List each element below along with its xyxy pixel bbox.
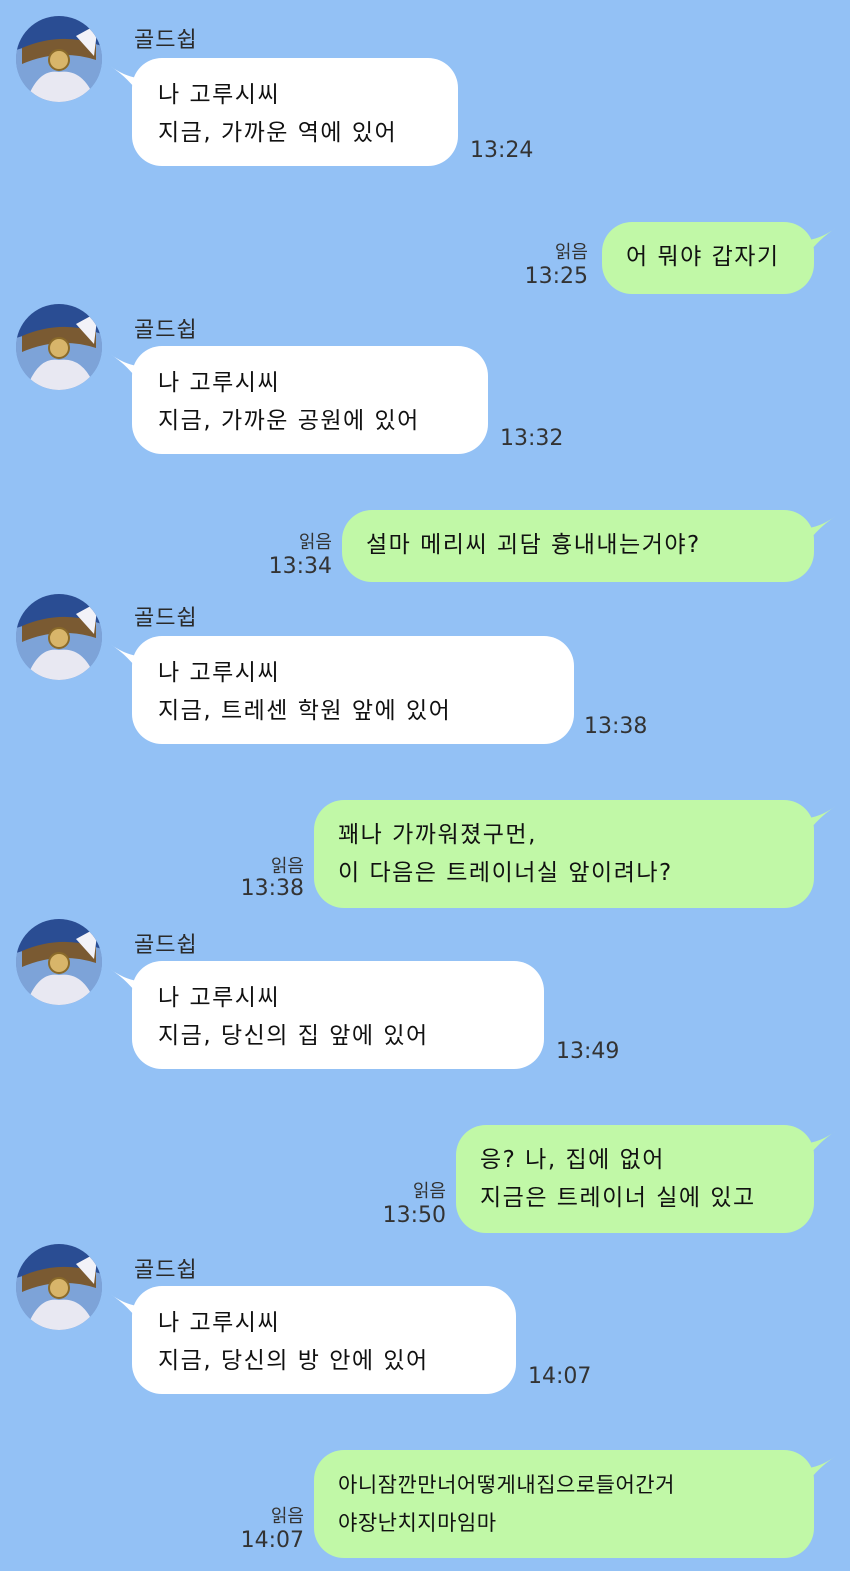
message-bubble[interactable]: 설마 메리씨 괴담 흉내내는거야? (342, 510, 814, 582)
message-text: 지금은 트레이너 실에 있고 (480, 1185, 756, 1211)
timestamp: 13:38 (584, 714, 648, 739)
message-text: 아니잠깐만너어떻게내집으로들어간거 (338, 1473, 675, 1497)
message-text: 꽤나 가까워졌구먼, (338, 822, 537, 848)
avatar-image-icon (16, 16, 102, 102)
message-incoming: 골드쉽 나 고루시씨 지금, 가까운 공원에 있어 13:32 (0, 290, 850, 490)
sender-name: 골드쉽 (134, 28, 198, 53)
message-text: 지금, 당신의 집 앞에 있어 (158, 1023, 429, 1049)
message-text: 나 고루시씨 (158, 985, 281, 1011)
message-outgoing: 읽음 13:25 어 뭐야 갑자기 (0, 210, 850, 300)
message-text: 나 고루시씨 (158, 82, 281, 108)
message-text: 설마 메리씨 괴담 흉내내는거야? (366, 532, 701, 558)
message-incoming: 골드쉽 나 고루시씨 지금, 당신의 집 앞에 있어 13:49 (0, 905, 850, 1105)
message-outgoing: 읽음 13:38 꽤나 가까워졌구먼, 이 다음은 트레이너실 앞이려나? (0, 790, 850, 920)
message-text: 이 다음은 트레이너실 앞이려나? (338, 860, 673, 886)
message-outgoing: 읽음 13:50 응? 나, 집에 없어 지금은 트레이너 실에 있고 (0, 1115, 850, 1245)
message-text: 지금, 가까운 역에 있어 (158, 120, 398, 146)
message-text: 나 고루시씨 (158, 660, 281, 686)
timestamp: 13:25 (524, 264, 588, 289)
read-receipt: 읽음 (298, 532, 332, 553)
message-bubble[interactable]: 꽤나 가까워졌구먼, 이 다음은 트레이너실 앞이려나? (314, 800, 814, 908)
message-text: 나 고루시씨 (158, 370, 281, 396)
message-outgoing: 읽음 14:07 아니잠깐만너어떻게내집으로들어간거 야장난치지마임마 (0, 1440, 850, 1571)
message-incoming: 골드쉽 나 고루시씨 지금, 트레센 학원 앞에 있어 13:38 (0, 580, 850, 780)
bubble-tail (800, 228, 836, 266)
message-text: 응? 나, 집에 없어 (480, 1147, 665, 1173)
timestamp: 14:07 (528, 1364, 592, 1389)
message-text: 지금, 가까운 공원에 있어 (158, 408, 420, 434)
read-receipt: 읽음 (270, 1506, 304, 1527)
sender-name: 골드쉽 (134, 1258, 198, 1283)
timestamp: 13:34 (268, 554, 332, 579)
timestamp: 13:24 (470, 138, 534, 163)
avatar[interactable] (16, 16, 102, 102)
timestamp: 13:49 (556, 1039, 620, 1064)
avatar-image-icon (16, 594, 102, 680)
message-bubble[interactable]: 응? 나, 집에 없어 지금은 트레이너 실에 있고 (456, 1125, 814, 1233)
read-receipt: 읽음 (412, 1181, 446, 1202)
sender-name: 골드쉽 (134, 933, 198, 958)
message-text: 나 고루시씨 (158, 1310, 281, 1336)
message-incoming: 골드쉽 나 고루시씨 지금, 가까운 역에 있어 13:24 (0, 0, 850, 200)
sender-name: 골드쉽 (134, 606, 198, 631)
message-text: 지금, 트레센 학원 앞에 있어 (158, 698, 452, 724)
avatar[interactable] (16, 304, 102, 390)
bubble-tail (800, 806, 836, 844)
read-receipt: 읽음 (554, 242, 588, 263)
message-text: 어 뭐야 갑자기 (626, 244, 780, 270)
timestamp: 13:32 (500, 426, 564, 451)
timestamp: 13:50 (382, 1203, 446, 1228)
message-bubble[interactable]: 나 고루시씨 지금, 가까운 공원에 있어 (132, 346, 488, 454)
message-bubble[interactable]: 아니잠깐만너어떻게내집으로들어간거 야장난치지마임마 (314, 1450, 814, 1558)
message-text: 지금, 당신의 방 안에 있어 (158, 1348, 429, 1374)
timestamp: 13:38 (240, 876, 304, 901)
avatar[interactable] (16, 919, 102, 1005)
read-receipt: 읽음 (270, 856, 304, 877)
avatar[interactable] (16, 594, 102, 680)
avatar-image-icon (16, 1244, 102, 1330)
avatar-image-icon (16, 919, 102, 1005)
bubble-tail (800, 516, 836, 554)
timestamp: 14:07 (240, 1528, 304, 1553)
message-bubble[interactable]: 나 고루시씨 지금, 가까운 역에 있어 (132, 58, 458, 166)
message-incoming: 골드쉽 나 고루시씨 지금, 당신의 방 안에 있어 14:07 (0, 1230, 850, 1430)
message-bubble[interactable]: 나 고루시씨 지금, 당신의 집 앞에 있어 (132, 961, 544, 1069)
message-text: 야장난치지마임마 (338, 1511, 497, 1535)
sender-name: 골드쉽 (134, 318, 198, 343)
message-outgoing: 읽음 13:34 설마 메리씨 괴담 흉내내는거야? (0, 500, 850, 590)
message-bubble[interactable]: 어 뭐야 갑자기 (602, 222, 814, 294)
bubble-tail (800, 1131, 836, 1169)
message-bubble[interactable]: 나 고루시씨 지금, 당신의 방 안에 있어 (132, 1286, 516, 1394)
avatar[interactable] (16, 1244, 102, 1330)
bubble-tail (800, 1456, 836, 1494)
avatar-image-icon (16, 304, 102, 390)
message-bubble[interactable]: 나 고루시씨 지금, 트레센 학원 앞에 있어 (132, 636, 574, 744)
